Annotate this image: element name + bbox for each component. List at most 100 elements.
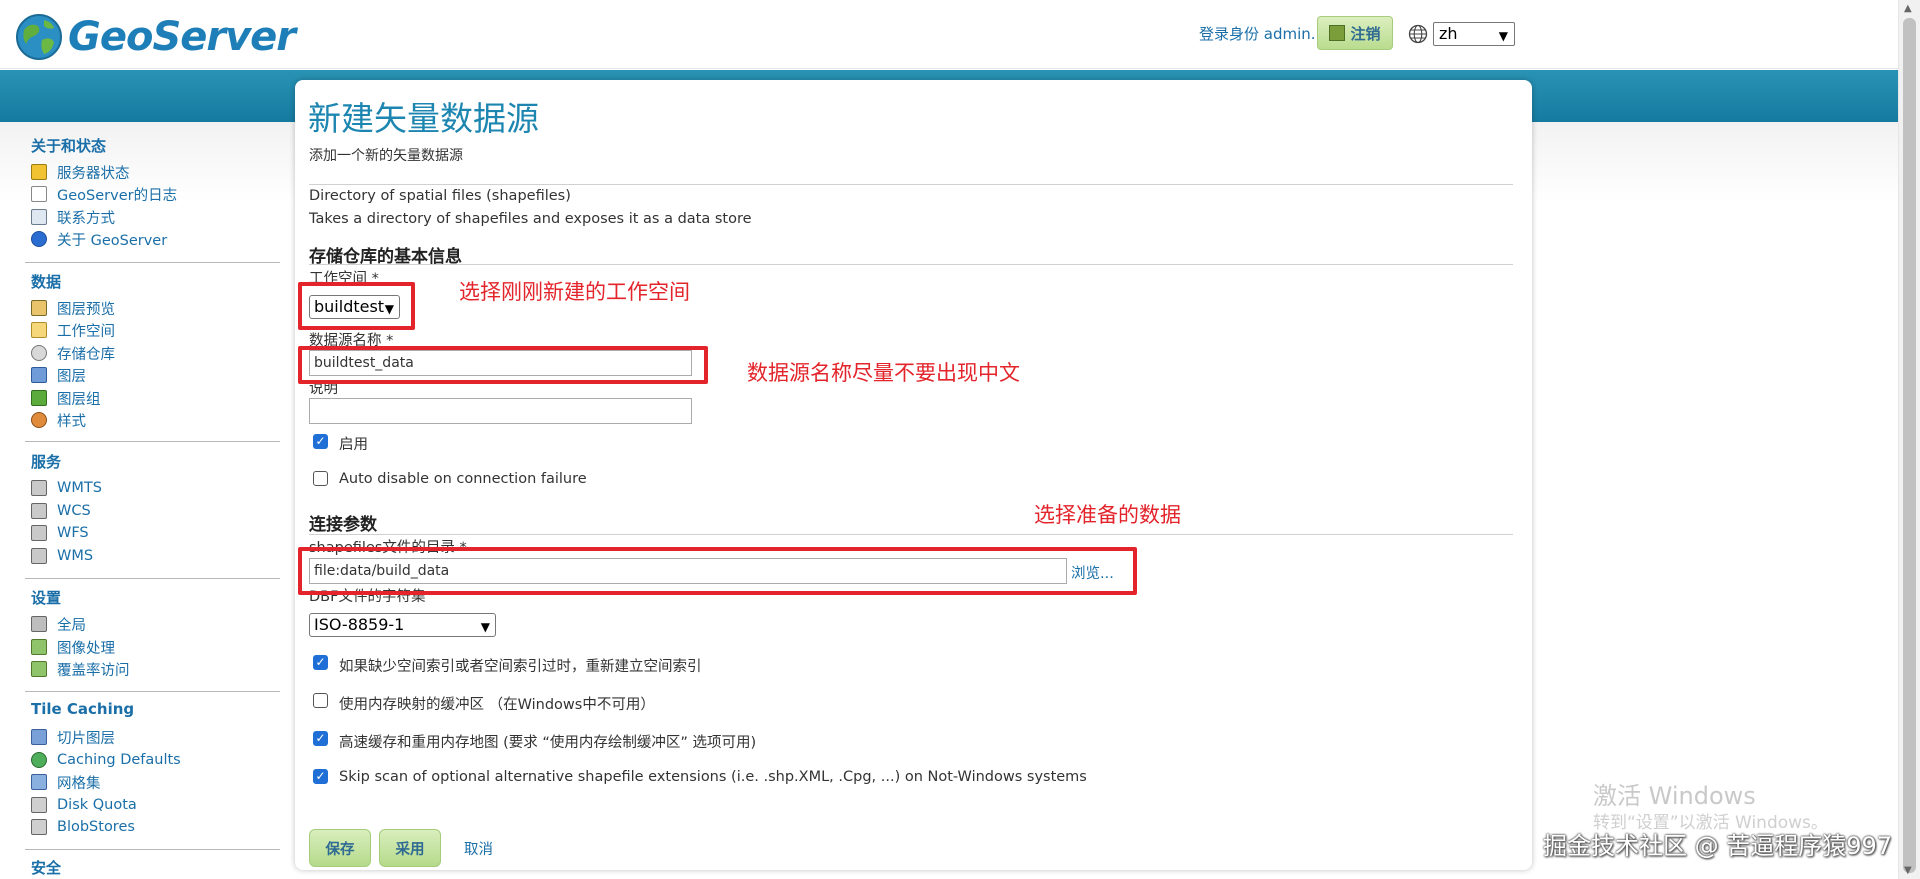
sidebar-divider <box>25 441 280 442</box>
grid-icon <box>31 774 47 790</box>
image-icon <box>31 639 47 655</box>
auto-disable-checkbox[interactable] <box>313 471 328 486</box>
store-type-description: Takes a directory of shapefiles and expo… <box>309 211 752 227</box>
sidebar-item-blobstores[interactable]: BlobStores <box>31 817 135 837</box>
sidebar-item-stores[interactable]: 存储仓库 <box>31 343 115 363</box>
sidebar-item-label: WMTS <box>57 480 102 496</box>
dbf-charset-value: ISO-8859-1 <box>314 615 405 634</box>
page-subtitle: 添加一个新的矢量数据源 <box>309 148 463 164</box>
cache-memory-maps-checkbox[interactable]: ✓ <box>313 731 328 746</box>
globe-icon <box>31 752 47 768</box>
sidebar-item-workspaces[interactable]: 工作空间 <box>31 320 115 340</box>
sidebar-divider <box>25 691 280 692</box>
rebuild-spatial-index-label: 如果缺少空间索引或者空间索引过时，重新建立空间索引 <box>339 659 702 675</box>
sidebar-item-wms[interactable]: WMS <box>31 546 93 566</box>
sidebar-item-wcs[interactable]: WCS <box>31 501 91 521</box>
globe-logo-icon <box>16 14 62 60</box>
layer-preview-icon <box>31 300 47 316</box>
sidebar-item-wfs[interactable]: WFS <box>31 523 89 543</box>
sidebar-item-label: Disk Quota <box>57 797 137 813</box>
annotation-box-workspace <box>298 282 415 330</box>
language-select[interactable]: zh ▼ <box>1433 22 1515 46</box>
apply-button[interactable]: 采用 <box>379 829 441 867</box>
store-type-label: Directory of spatial files (shapefiles) <box>309 188 571 204</box>
memory-mapped-buffer-checkbox[interactable] <box>313 693 328 708</box>
sidebar-section-security: 安全 <box>31 859 62 877</box>
cancel-link[interactable]: 取消 <box>464 838 493 859</box>
annotation-name-note: 数据源名称尽量不要出现中文 <box>747 361 1020 385</box>
scroll-up-arrow-icon[interactable]: ▲ <box>1904 3 1912 14</box>
site-credit-watermark: 掘金技术社区 @ 苦逼程序猿997 <box>1543 832 1893 860</box>
disk-icon <box>31 797 47 813</box>
logo-text: GeoServer <box>68 14 296 60</box>
sidebar-item-disk-quota[interactable]: Disk Quota <box>31 795 137 815</box>
chevron-down-icon: ▼ <box>480 620 490 634</box>
language-globe-icon <box>1408 24 1428 44</box>
sidebar-item-caching-defaults[interactable]: Caching Defaults <box>31 750 181 770</box>
logout-button[interactable]: 注销 <box>1317 16 1393 50</box>
memory-mapped-buffer-label: 使用内存映射的缓冲区 （在Windows中不可用） <box>339 697 655 713</box>
service-icon <box>31 503 47 519</box>
annotation-data-note: 选择准备的数据 <box>1034 503 1181 527</box>
sidebar-item-geoserver-log[interactable]: GeoServer的日志 <box>31 184 177 204</box>
sidebar-item-layer-groups[interactable]: 图层组 <box>31 388 101 408</box>
sidebar-divider <box>25 262 280 263</box>
save-button[interactable]: 保存 <box>309 829 371 867</box>
scroll-down-arrow-icon[interactable]: ▼ <box>1904 865 1912 876</box>
language-value: zh <box>1439 24 1458 43</box>
header-divider <box>0 68 1898 69</box>
sidebar-item-label: 关于 GeoServer <box>57 232 168 249</box>
sidebar-item-gridsets[interactable]: 网格集 <box>31 772 101 792</box>
sidebar-item-layers[interactable]: 图层 <box>31 365 86 385</box>
enabled-checkbox[interactable]: ✓ <box>313 434 328 449</box>
sidebar-item-label: 工作空间 <box>57 323 115 340</box>
sidebar-item-server-status[interactable]: 服务器状态 <box>31 162 130 182</box>
page-title: 新建矢量数据源 <box>308 99 539 138</box>
sidebar-item-label: 图层预览 <box>57 301 115 318</box>
sidebar-item-layer-preview[interactable]: 图层预览 <box>31 298 115 318</box>
annotation-workspace-note: 选择刚刚新建的工作空间 <box>459 280 690 304</box>
service-icon <box>31 525 47 541</box>
sidebar-item-label: 网格集 <box>57 775 101 792</box>
vertical-scrollbar[interactable]: ▲ ▼ <box>1898 0 1920 879</box>
sidebar-section-data: 数据 <box>31 273 62 291</box>
scrollbar-thumb[interactable] <box>1903 18 1916 873</box>
skip-scan-checkbox[interactable]: ✓ <box>313 769 328 784</box>
description-input[interactable] <box>309 398 692 424</box>
annotation-box-name <box>298 346 708 384</box>
sidebar-item-tile-layers[interactable]: 切片图层 <box>31 727 115 747</box>
chevron-down-icon: ▼ <box>1498 29 1508 43</box>
sidebar-item-global[interactable]: 全局 <box>31 614 86 634</box>
folder-icon <box>31 322 47 338</box>
rebuild-spatial-index-checkbox[interactable]: ✓ <box>313 655 328 670</box>
sidebar-item-coverage-access[interactable]: 覆盖率访问 <box>31 659 130 679</box>
section-divider <box>309 264 1513 265</box>
annotation-box-data <box>298 547 1137 595</box>
sidebar-item-label: 样式 <box>57 413 86 430</box>
sidebar-item-label: GeoServer的日志 <box>57 187 178 204</box>
layer-group-icon <box>31 390 47 406</box>
geoserver-logo[interactable]: GeoServer <box>14 12 296 62</box>
sidebar-item-label: 全局 <box>57 617 86 634</box>
section-divider <box>309 184 1513 185</box>
sidebar-section-tile-caching: Tile Caching <box>31 700 135 718</box>
sidebar-item-label: BlobStores <box>57 819 135 835</box>
sidebar-item-wmts[interactable]: WMTS <box>31 478 102 498</box>
sidebar-item-image-processing[interactable]: 图像处理 <box>31 637 115 657</box>
sidebar-item-label: 存储仓库 <box>57 346 115 363</box>
dbf-charset-select[interactable]: ISO-8859-1 ▼ <box>309 613 496 637</box>
coverage-icon <box>31 661 47 677</box>
sidebar-item-styles[interactable]: 样式 <box>31 410 86 430</box>
sidebar-item-about-geoserver[interactable]: 关于 GeoServer <box>31 229 167 249</box>
service-icon <box>31 480 47 496</box>
logout-label: 注销 <box>1350 24 1381 43</box>
sidebar-divider <box>25 849 280 850</box>
server-icon <box>31 616 47 632</box>
sidebar-item-label: WMS <box>57 548 94 564</box>
service-icon <box>31 548 47 564</box>
sidebar-section-settings: 设置 <box>31 589 62 607</box>
sidebar-item-contact[interactable]: 联系方式 <box>31 207 115 227</box>
sidebar-item-label: WCS <box>57 503 91 519</box>
header: GeoServer 登录身份 admin. 注销 zh ▼ <box>0 0 1898 70</box>
login-status-text: 登录身份 admin. <box>1199 25 1316 43</box>
